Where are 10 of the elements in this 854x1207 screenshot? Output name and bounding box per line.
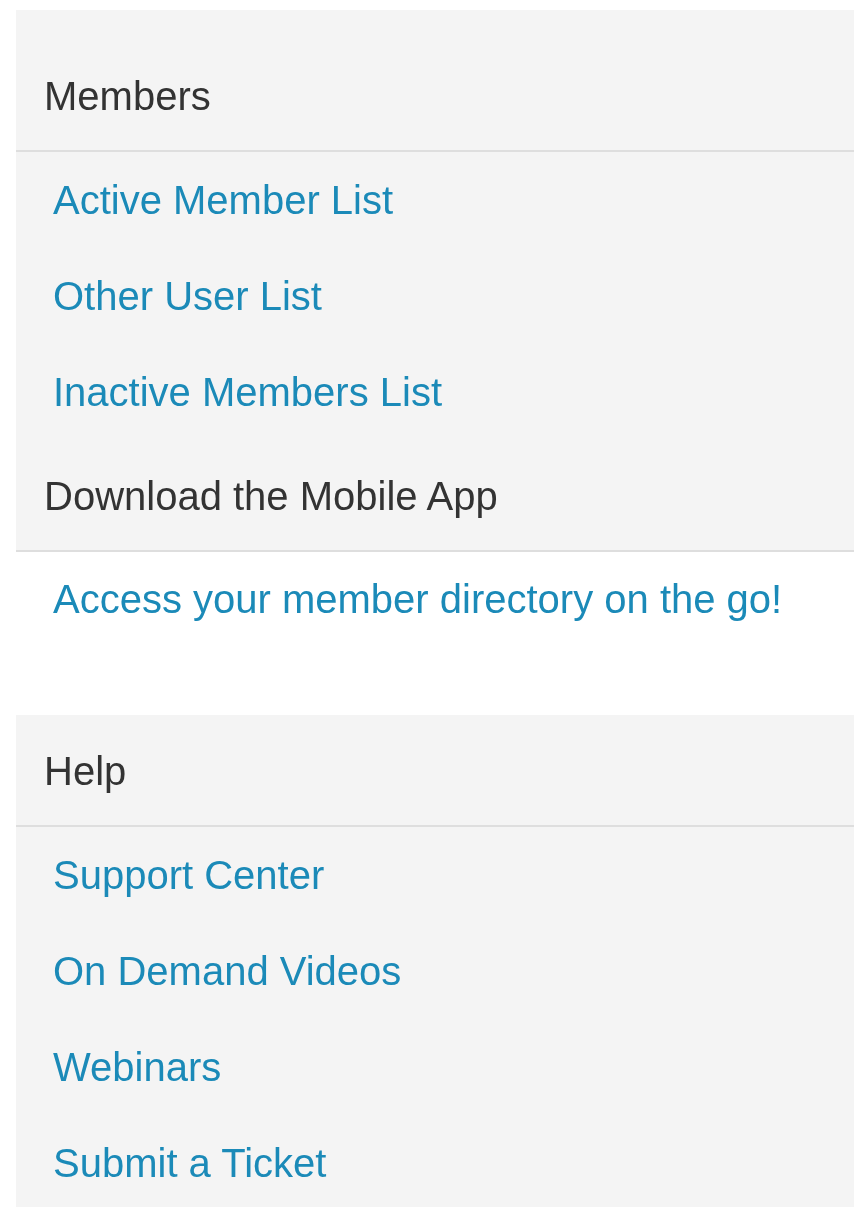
menu-link[interactable]: Inactive Members List bbox=[53, 368, 443, 416]
section-heading: Download the Mobile App bbox=[44, 474, 498, 518]
section-heading: Members bbox=[44, 74, 211, 118]
menu-link[interactable]: Active Member List bbox=[53, 176, 394, 224]
menu-link[interactable]: On Demand Videos bbox=[53, 947, 402, 995]
menu-link[interactable]: Support Center bbox=[53, 851, 325, 899]
menu-link[interactable]: Webinars bbox=[53, 1043, 222, 1091]
section-heading: Help bbox=[44, 749, 127, 793]
menu-link[interactable]: Submit a Ticket bbox=[53, 1139, 327, 1187]
menu-link[interactable]: Other User List bbox=[53, 272, 322, 320]
